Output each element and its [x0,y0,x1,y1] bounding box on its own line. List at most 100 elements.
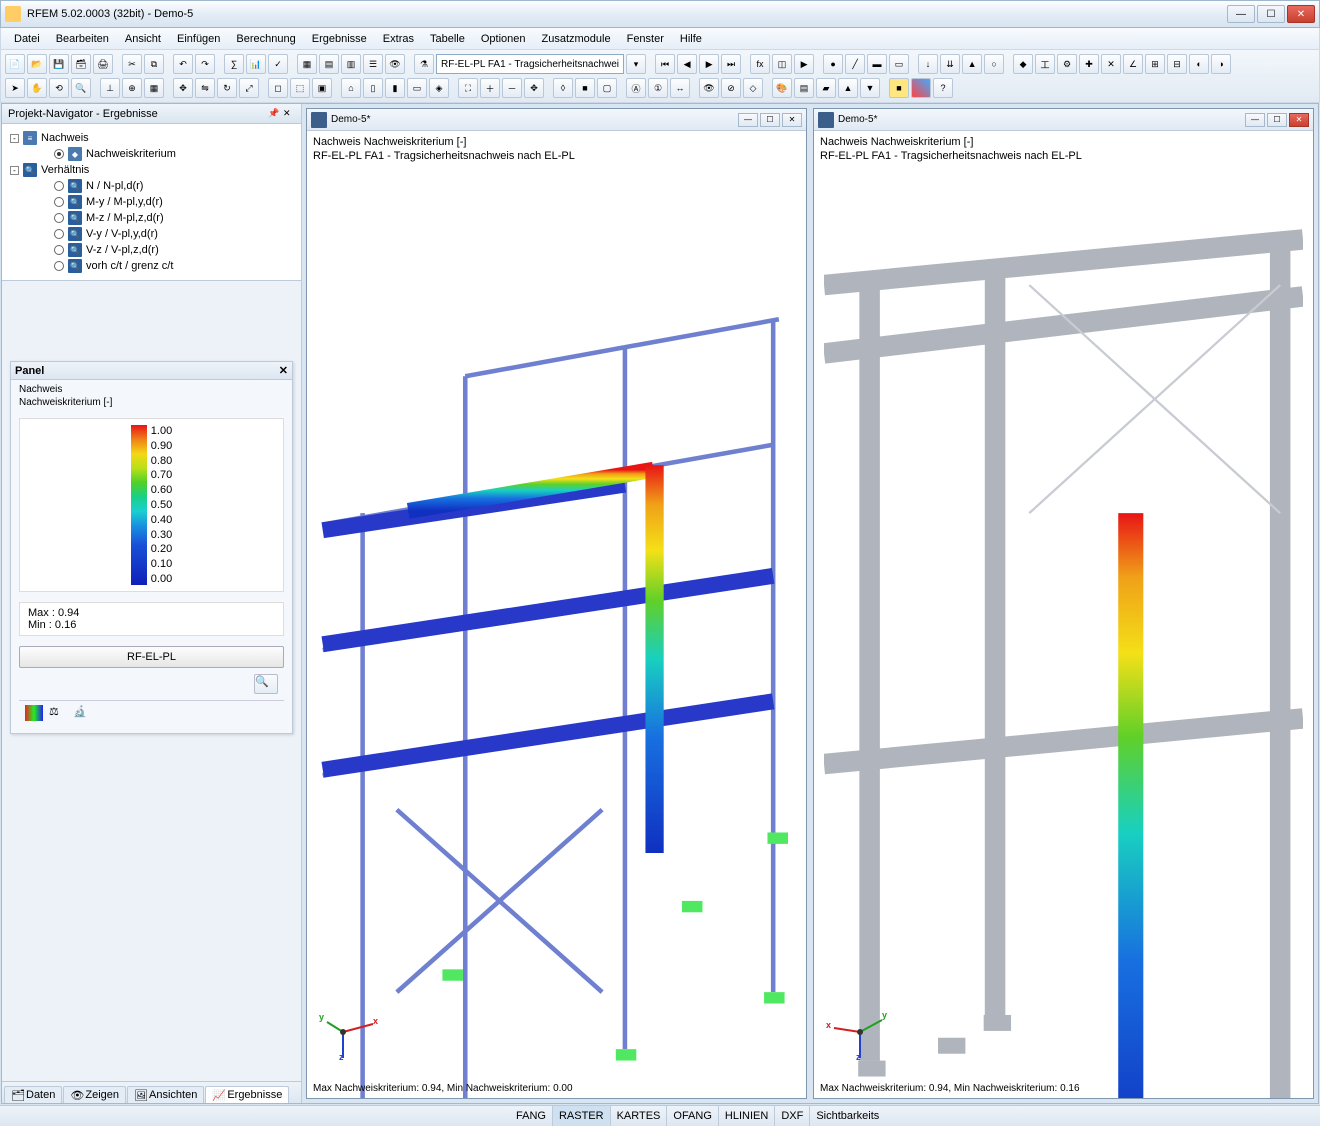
tb2-move-icon[interactable]: ✥ [173,78,193,98]
tb-check-icon[interactable]: ✓ [268,54,288,74]
tree-node-ratio-4[interactable]: 🔍V-z / V-pl,z,d(r) [6,242,297,258]
tb-tool2-icon[interactable]: ✚ [1079,54,1099,74]
nav-tab-zeigen[interactable]: 👁Zeigen [63,1086,126,1103]
vp-close-button[interactable]: ✕ [782,113,802,127]
tb2-side-icon[interactable]: ▮ [385,78,405,98]
tree-radio[interactable] [54,181,64,191]
menu-einfuegen[interactable]: Einfügen [170,31,227,47]
tb2-help-icon[interactable]: ? [933,78,953,98]
menu-bearbeiten[interactable]: Bearbeiten [49,31,116,47]
nav-tab-daten[interactable]: 🗂Daten [4,1086,62,1103]
tree-radio[interactable] [54,245,64,255]
tree-node-ratio-0[interactable]: 🔍N / N-pl,d(r) [6,178,297,194]
tb-copy-icon[interactable]: ⧉ [144,54,164,74]
tb-combo-dropdown-icon[interactable]: ▾ [626,54,646,74]
tb2-leg-icon[interactable]: ▤ [794,78,814,98]
tb-open-icon[interactable]: 📂 [27,54,47,74]
menu-ansicht[interactable]: Ansicht [118,31,168,47]
tb-load2-icon[interactable]: ⇊ [940,54,960,74]
status-hlinien[interactable]: HLINIEN [719,1106,775,1126]
tree-node-ratio-2[interactable]: 🔍M-z / M-pl,z,d(r) [6,210,297,226]
tb2-max-icon[interactable]: ▲ [838,78,858,98]
menu-berechnung[interactable]: Berechnung [229,31,302,47]
tree-collapse-icon[interactable]: - [10,166,19,175]
vp-maximize-button[interactable]: ☐ [760,113,780,127]
tb2-hand-icon[interactable]: ✋ [27,78,47,98]
tb2-scale-icon[interactable]: ⤢ [239,78,259,98]
tb-hinge-icon[interactable]: ○ [984,54,1004,74]
panel-close-icon[interactable]: ✕ [279,364,288,377]
tb2-yellow-icon[interactable]: ■ [889,78,909,98]
tb2-zoom-icon[interactable]: 🔍 [71,78,91,98]
tb2-persp-icon[interactable]: ◊ [553,78,573,98]
viewport-canvas[interactable]: Nachweis Nachweiskriterium [-] RF-EL-PL … [814,131,1313,1098]
tb2-selall-icon[interactable]: ▣ [312,78,332,98]
tb-next-icon[interactable]: ▶ [699,54,719,74]
tb-saveall-icon[interactable]: 🗃 [71,54,91,74]
tb2-clr-icon[interactable]: 🎨 [772,78,792,98]
tb-view-icon[interactable]: 👁 [385,54,405,74]
menu-zusatzmodule[interactable]: Zusatzmodule [535,31,618,47]
tb-tool3-icon[interactable]: ✕ [1101,54,1121,74]
tb-node-icon[interactable]: ● [823,54,843,74]
tb2-render-icon[interactable]: ■ [575,78,595,98]
status-ofang[interactable]: OFANG [667,1106,719,1126]
tree-radio-selected[interactable] [54,149,64,159]
tb-tool1-icon[interactable]: ⚙ [1057,54,1077,74]
tb2-wire-icon[interactable]: ▢ [597,78,617,98]
tb2-zoomfit-icon[interactable]: ⛶ [458,78,478,98]
tb2-hide-icon[interactable]: ⊘ [721,78,741,98]
tb2-min-icon[interactable]: ▼ [860,78,880,98]
menu-extras[interactable]: Extras [376,31,421,47]
tb2-sel-icon[interactable]: ◻ [268,78,288,98]
tb-sheet-icon[interactable]: ▥ [341,54,361,74]
tb-new-icon[interactable]: 📄 [5,54,25,74]
panel-tab-balance-icon[interactable]: ⚖ [49,705,67,721]
tb2-label-icon[interactable]: Ⓐ [626,78,646,98]
tb-sect-icon[interactable]: 工 [1035,54,1055,74]
nav-tab-ansichten[interactable]: 🖼Ansichten [127,1086,204,1103]
tb2-dim-icon[interactable]: ↔ [670,78,690,98]
tb2-iso-icon[interactable]: ◈ [429,78,449,98]
tb2-front-icon[interactable]: ▯ [363,78,383,98]
tb2-house-icon[interactable]: ⌂ [341,78,361,98]
tb-fx-icon[interactable]: fx [750,54,770,74]
status-fang[interactable]: FANG [510,1106,553,1126]
load-case-combo[interactable]: RF-EL-PL FA1 - Tragsicherheitsnachwei [436,54,624,74]
tree-node-nachweis[interactable]: - ≡ Nachweis [6,130,297,146]
tree-node-ratio-1[interactable]: 🔍M-y / M-pl,y,d(r) [6,194,297,210]
tb2-zoomout-icon[interactable]: － [502,78,522,98]
maximize-button[interactable]: ☐ [1257,5,1285,23]
tb-mat-icon[interactable]: ◆ [1013,54,1033,74]
tb2-ortho-icon[interactable]: ⊥ [100,78,120,98]
tb-results-icon[interactable]: 📊 [246,54,266,74]
tb-first-icon[interactable]: ⏮ [655,54,675,74]
tb-surface-icon[interactable]: ▭ [889,54,909,74]
tb-tool4-icon[interactable]: ∠ [1123,54,1143,74]
tb-tool7-icon[interactable]: ◐ [1189,54,1209,74]
tree-collapse-icon[interactable]: - [10,134,19,143]
panel-zoom-icon[interactable]: 🔍 [254,674,278,694]
tb2-iso2-icon[interactable]: ◇ [743,78,763,98]
tree-radio[interactable] [54,213,64,223]
tree-node-ratio-3[interactable]: 🔍V-y / V-pl,y,d(r) [6,226,297,242]
vp-close-button[interactable]: ✕ [1289,113,1309,127]
tb2-snap-icon[interactable]: ⊕ [122,78,142,98]
menu-hilfe[interactable]: Hilfe [673,31,709,47]
tb-tool5-icon[interactable]: ⊞ [1145,54,1165,74]
tb-prev-icon[interactable]: ◀ [677,54,697,74]
tree-radio[interactable] [54,229,64,239]
tb-load-icon[interactable]: ↓ [918,54,938,74]
status-kartes[interactable]: KARTES [611,1106,668,1126]
tb2-scale2-icon[interactable]: ▰ [816,78,836,98]
tb2-selwin-icon[interactable]: ⬚ [290,78,310,98]
tb2-grad-icon[interactable] [911,78,931,98]
tree-node-ratio-5[interactable]: 🔍vorh c/t / grenz c/t [6,258,297,274]
tb2-show-icon[interactable]: 👁 [699,78,719,98]
status-dxf[interactable]: DXF [775,1106,810,1126]
tb2-pan-icon[interactable]: ✥ [524,78,544,98]
menu-optionen[interactable]: Optionen [474,31,533,47]
tb2-rotate2-icon[interactable]: ↻ [217,78,237,98]
navigator-close-icon[interactable]: ✕ [283,108,295,120]
tb-tool8-icon[interactable]: ◑ [1211,54,1231,74]
